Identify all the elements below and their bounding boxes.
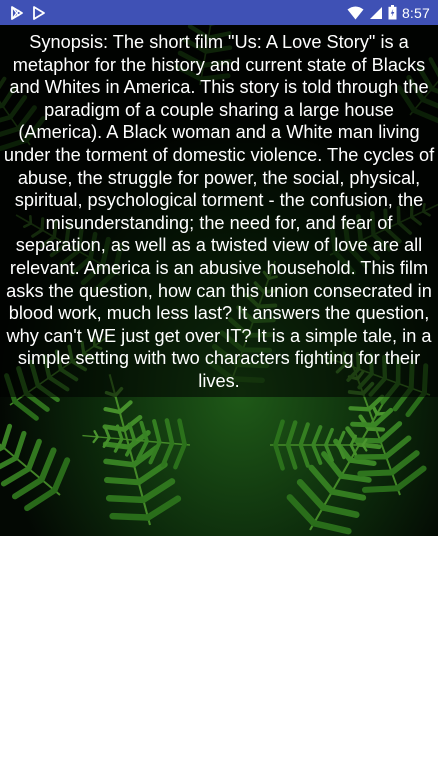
play-triangle-notification-icon — [32, 5, 46, 20]
notification-icons — [10, 5, 46, 20]
synopsis-text: Synopsis: The short film "Us: A Love Sto… — [3, 32, 435, 391]
status-bar: 8:57 — [0, 0, 438, 25]
empty-content-area — [0, 536, 438, 776]
status-time: 8:57 — [401, 4, 430, 21]
battery-icon — [388, 5, 397, 20]
play-store-notification-icon — [10, 5, 24, 20]
cell-signal-icon — [369, 6, 383, 20]
synopsis-panel[interactable]: Synopsis: The short film "Us: A Love Sto… — [0, 25, 438, 536]
wifi-icon — [347, 6, 364, 20]
system-icons: 8:57 — [347, 5, 430, 21]
